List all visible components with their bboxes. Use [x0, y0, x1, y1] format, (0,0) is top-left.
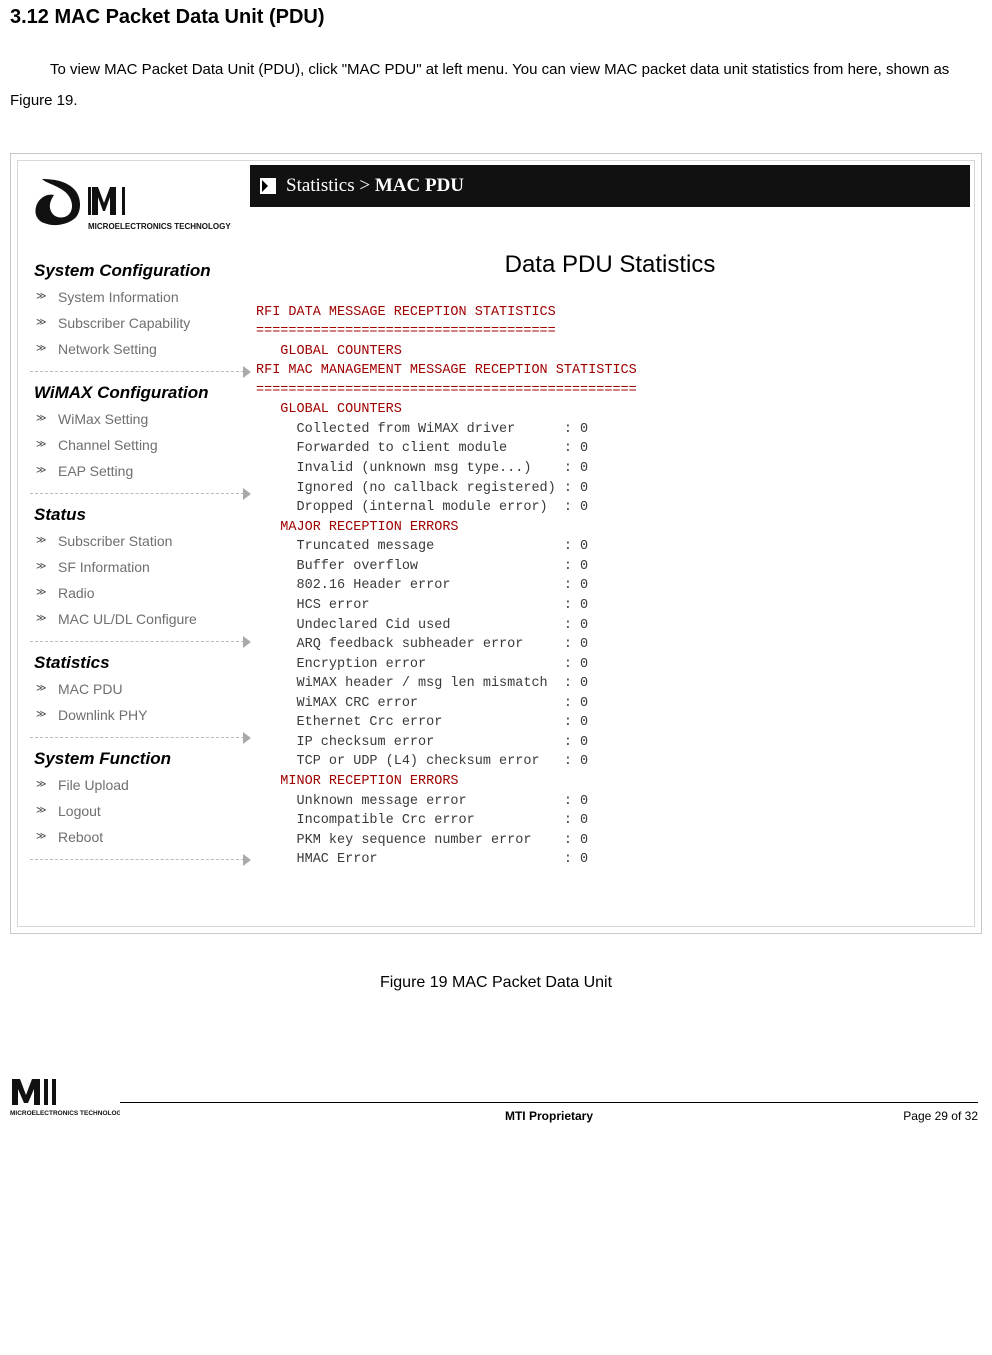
menu-item-label: File Upload: [58, 777, 129, 793]
chevron-right-icon: ≫: [36, 561, 46, 572]
menu-item[interactable]: ≫ Network Setting: [22, 336, 250, 362]
menu-item[interactable]: ≫ File Upload: [22, 772, 250, 798]
chevron-right-icon: ≫: [36, 613, 46, 624]
chevron-right-icon: ≫: [36, 291, 46, 302]
menu-item-label: MAC UL/DL Configure: [58, 611, 197, 627]
menu-item-label: Subscriber Station: [58, 533, 172, 549]
breadcrumb-icon: [260, 178, 276, 194]
menu-group-title: System Configuration: [22, 254, 250, 284]
menu-item[interactable]: ≫ MAC UL/DL Configure: [22, 606, 250, 632]
menu-item[interactable]: ≫ Subscriber Station: [22, 528, 250, 554]
menu-item-label: Radio: [58, 585, 95, 601]
breadcrumb-bar: Statistics > MAC PDU: [250, 165, 970, 207]
figure-caption: Figure 19 MAC Packet Data Unit: [10, 974, 982, 992]
menu-item[interactable]: ≫ System Information: [22, 284, 250, 310]
menu-divider: [30, 493, 244, 494]
menu-item[interactable]: ≫ Reboot: [22, 824, 250, 850]
page-footer: MICROELECTRONICS TECHNOLOGY INC. MTI Pro…: [120, 1102, 978, 1145]
menu-item[interactable]: ≫ EAP Setting: [22, 458, 250, 484]
svg-text:MICROELECTRONICS TECHNOLOGY IN: MICROELECTRONICS TECHNOLOGY INC.: [10, 1110, 120, 1117]
sidebar: MICROELECTRONICS TECHNOLOGY INC. System …: [22, 165, 250, 922]
menu-item-label: MAC PDU: [58, 681, 123, 697]
menu-item[interactable]: ≫ WiMax Setting: [22, 406, 250, 432]
menu-item[interactable]: ≫ Subscriber Capability: [22, 310, 250, 336]
menu-item[interactable]: ≫ Logout: [22, 798, 250, 824]
menu-group-title: System Function: [22, 742, 250, 772]
menu-item[interactable]: ≫ Downlink PHY: [22, 702, 250, 728]
stats-block: RFI DATA MESSAGE RECEPTION STATISTICS ==…: [250, 303, 970, 922]
chevron-right-icon: ≫: [36, 343, 46, 354]
menu-item-label: Channel Setting: [58, 437, 158, 453]
menu-divider: [30, 641, 244, 642]
menu-item-label: Network Setting: [58, 341, 157, 357]
chevron-right-icon: ≫: [36, 439, 46, 450]
menu-item-label: Subscriber Capability: [58, 315, 190, 331]
menu-item[interactable]: ≫ MAC PDU: [22, 676, 250, 702]
menu-item-label: EAP Setting: [58, 463, 133, 479]
content-pane: Statistics > MAC PDU Data PDU Statistics…: [250, 165, 970, 922]
brand-logo: MICROELECTRONICS TECHNOLOGY INC.: [22, 169, 250, 254]
menu-divider: [30, 737, 244, 738]
chevron-right-icon: ≫: [36, 683, 46, 694]
intro-text: To view MAC Packet Data Unit (PDU), clic…: [10, 55, 982, 117]
menu-item-label: SF Information: [58, 559, 150, 575]
chevron-right-icon: ≫: [36, 535, 46, 546]
chevron-right-icon: ≫: [36, 831, 46, 842]
menu-item-label: WiMax Setting: [58, 411, 148, 427]
footer-logo: MICROELECTRONICS TECHNOLOGY INC.: [10, 1075, 120, 1122]
chevron-right-icon: ≫: [36, 805, 46, 816]
footer-proprietary: MTI Proprietary: [505, 1109, 593, 1123]
menu-item-label: Reboot: [58, 829, 103, 845]
chevron-right-icon: ≫: [36, 709, 46, 720]
menu-item[interactable]: ≫ SF Information: [22, 554, 250, 580]
breadcrumb-text: Statistics > MAC PDU: [286, 175, 464, 197]
section-heading: 3.12 MAC Packet Data Unit (PDU): [10, 6, 982, 29]
chevron-right-icon: ≫: [36, 317, 46, 328]
menu-item[interactable]: ≫ Radio: [22, 580, 250, 606]
svg-text:MICROELECTRONICS TECHNOLOGY IN: MICROELECTRONICS TECHNOLOGY INC.: [88, 222, 232, 231]
menu-item-label: Logout: [58, 803, 101, 819]
menu-item-label: System Information: [58, 289, 179, 305]
content-heading: Data PDU Statistics: [250, 251, 970, 279]
menu-group-title: WiMAX Configuration: [22, 376, 250, 406]
chevron-right-icon: ≫: [36, 779, 46, 790]
screenshot-frame: MICROELECTRONICS TECHNOLOGY INC. System …: [10, 153, 982, 934]
footer-page-number: Page 29 of 32: [903, 1109, 978, 1123]
menu-divider: [30, 859, 244, 860]
menu-group-title: Status: [22, 498, 250, 528]
menu-item[interactable]: ≫ Channel Setting: [22, 432, 250, 458]
menu-item-label: Downlink PHY: [58, 707, 147, 723]
chevron-right-icon: ≫: [36, 413, 46, 424]
chevron-right-icon: ≫: [36, 587, 46, 598]
chevron-right-icon: ≫: [36, 465, 46, 476]
menu-divider: [30, 371, 244, 372]
menu-group-title: Statistics: [22, 646, 250, 676]
